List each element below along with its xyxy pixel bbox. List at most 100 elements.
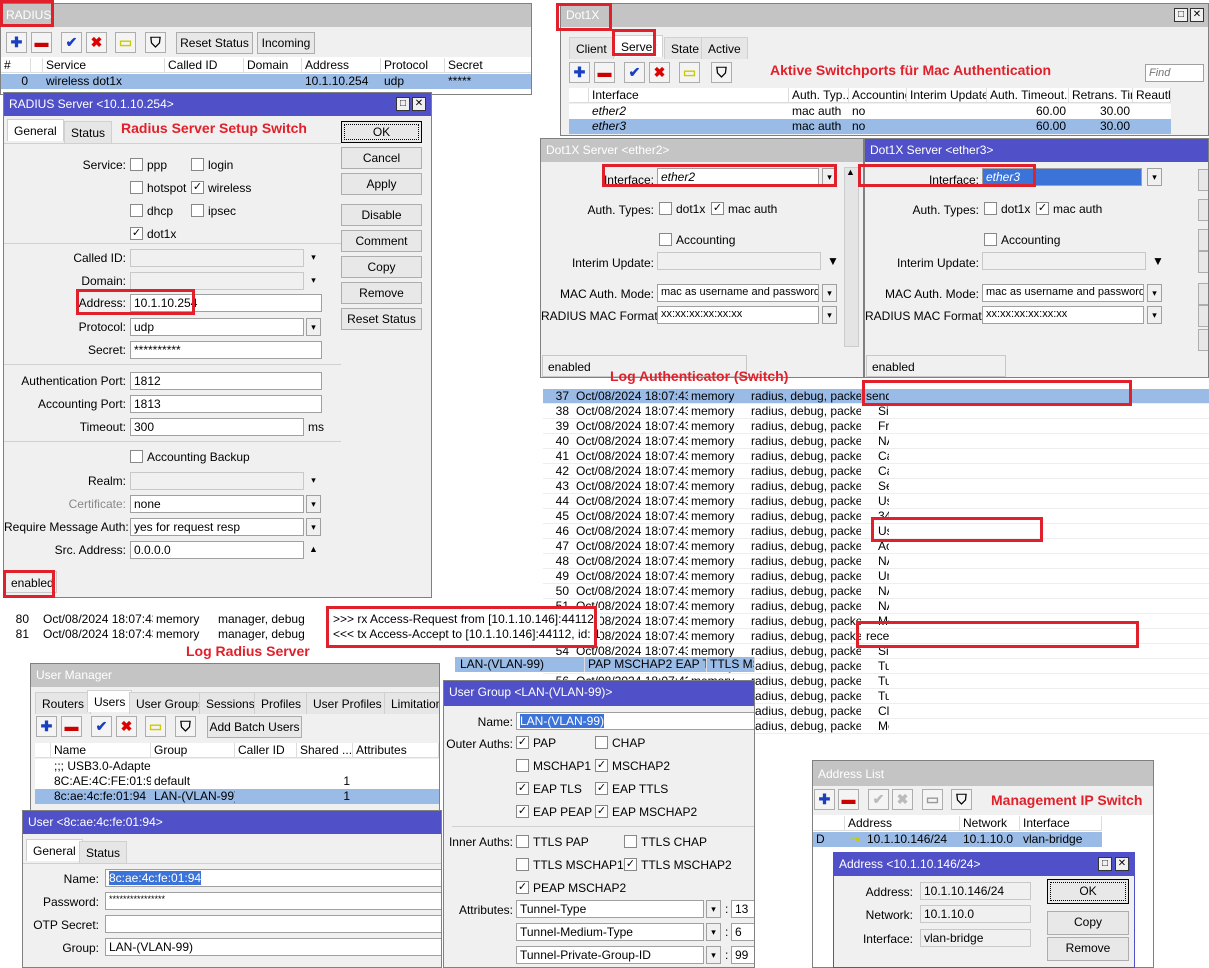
accounting-checkbox[interactable] [659, 233, 672, 246]
add-batch-users-button[interactable]: Add Batch Users [207, 716, 302, 738]
column-header[interactable]: Interim Update [907, 88, 987, 103]
log-row[interactable]: 37 Oct/08/2024 18:07:43 memory radius, debu… [543, 389, 1209, 404]
inner-ttls-pap-checkbox[interactable] [516, 835, 529, 848]
column-header[interactable]: Protocol [381, 58, 445, 73]
enable-button[interactable]: ✔ [61, 32, 82, 53]
dropdown-icon[interactable]: ▾ [306, 318, 321, 336]
dialog-button[interactable] [1198, 251, 1208, 273]
name-input[interactable]: 8c:ae:4c:fe:01:94 [105, 869, 441, 887]
column-header[interactable] [569, 88, 589, 103]
outer-pap-checkbox[interactable]: ✓ [516, 736, 529, 749]
enable-button[interactable]: ✔ [624, 62, 645, 83]
comment-button[interactable]: ▭ [679, 62, 700, 83]
log-row[interactable]: 38 Oct/08/2024 18:07:43 memory radius, debu… [543, 404, 1209, 419]
copy-button[interactable]: Copy [341, 256, 422, 278]
column-header[interactable]: Shared ... [297, 743, 353, 758]
auth-dot1x-checkbox[interactable] [984, 202, 997, 215]
service-wireless-checkbox[interactable]: ✓ [191, 181, 204, 194]
dropdown-icon[interactable]: ▾ [706, 900, 721, 918]
attribute-name-select[interactable]: Tunnel-Medium-Type [516, 923, 704, 941]
comment-button[interactable]: Comment [341, 230, 422, 252]
column-header[interactable]: # [1, 58, 31, 73]
ok-button[interactable]: OK [341, 121, 422, 143]
log-row[interactable]: 39 Oct/08/2024 18:07:43 memory radius, debu… [543, 419, 1209, 434]
column-header[interactable]: Address [302, 58, 381, 73]
disable-button[interactable]: ✖ [86, 32, 107, 53]
acct-port-field[interactable]: 1813 [130, 395, 322, 413]
table-row[interactable]: D 10.1.10.146/24 10.1.10.0 vlan-bridge ⊸ [813, 832, 1102, 847]
attribute-value-input[interactable]: 13 [731, 900, 754, 918]
protocol-field[interactable]: udp [130, 318, 304, 336]
reset-status-button[interactable]: Reset Status [176, 32, 253, 54]
dialog-button[interactable] [1198, 305, 1208, 327]
disable-button[interactable]: ✖ [892, 789, 913, 810]
service-hotspot-checkbox[interactable] [130, 181, 143, 194]
inner-peap-mschap2-checkbox[interactable]: ✓ [516, 881, 529, 894]
outer-mschap1-checkbox[interactable] [516, 759, 529, 772]
column-header[interactable]: Group [151, 743, 235, 758]
inner-ttls-chap-checkbox[interactable] [624, 835, 637, 848]
inner-ttls-mschap2-checkbox[interactable]: ✓ [624, 858, 637, 871]
add-button[interactable]: ✚ [6, 32, 27, 53]
dropdown-icon[interactable]: ▾ [306, 472, 321, 490]
radius-mac-format-select[interactable]: xx:xx:xx:xx:xx:xx [982, 306, 1144, 324]
require-message-auth-field[interactable]: yes for request resp [130, 518, 304, 536]
tab-status[interactable]: Status [64, 121, 113, 143]
column-header[interactable]: Attributes [353, 743, 439, 758]
dialog-button[interactable] [1198, 199, 1208, 221]
inner-ttls-mschap1-checkbox[interactable] [516, 858, 529, 871]
service-dot1x-checkbox[interactable]: ✓ [130, 227, 143, 240]
table-row[interactable]: ;;; USB3.0-Adapter [35, 759, 439, 774]
filter-button[interactable]: ⛉ [175, 716, 196, 737]
tab-general[interactable]: General [7, 119, 64, 141]
remove-button[interactable]: ▬ [594, 62, 615, 83]
log-row[interactable]: 52Oct/08/2024 18:07:43memoryradius, debu… [543, 614, 1209, 629]
certificate-field[interactable]: none [130, 495, 304, 513]
service-login-checkbox[interactable] [191, 158, 204, 171]
disable-button[interactable]: Disable [341, 204, 422, 226]
dropdown-icon[interactable]: ▾ [1147, 168, 1162, 186]
log-row[interactable]: 49 Oct/08/2024 18:07:43 memory radius, debu… [543, 569, 1209, 584]
interface-select[interactable]: ether2 [657, 168, 819, 186]
attribute-name-select[interactable]: Tunnel-Type [516, 900, 704, 918]
src-address-field[interactable]: 0.0.0.0 [130, 541, 304, 559]
tab-state[interactable]: State [664, 37, 707, 59]
auth-port-field[interactable]: 1812 [130, 372, 322, 390]
log-row[interactable]: 47 Oct/08/2024 18:07:43 memory radius, debu… [543, 539, 1209, 554]
column-header[interactable]: Caller ID [235, 743, 297, 758]
cancel-button[interactable]: Cancel [341, 147, 422, 169]
tab-general[interactable]: General [26, 839, 83, 861]
remove-button[interactable]: ▬ [838, 789, 859, 810]
collapse-icon[interactable]: ▲ [306, 541, 321, 559]
user-group-row[interactable]: LAN-(VLAN-99) PAP MSCHAP2 EAP TLS E... T… [455, 657, 755, 672]
dialog-button[interactable] [1198, 229, 1208, 251]
find-input[interactable] [1145, 64, 1204, 82]
log-row[interactable]: 81 Oct/08/2024 18:07:43 memory manager, deb… [0, 627, 600, 642]
name-input[interactable]: LAN-(VLAN-99) [516, 712, 754, 730]
comment-button[interactable]: ▭ [115, 32, 136, 53]
column-header[interactable]: Retrans. Time... [1069, 88, 1133, 103]
outer-eap-tls-checkbox[interactable]: ✓ [516, 782, 529, 795]
interface-field[interactable]: vlan-bridge [920, 929, 1031, 947]
column-header[interactable]: Network [960, 816, 1020, 831]
outer-chap-checkbox[interactable] [595, 736, 608, 749]
maximize-icon[interactable]: □ [396, 97, 410, 111]
filter-button[interactable]: ⛉ [145, 32, 166, 53]
log-row[interactable]: 53Oct/08/2024 18:07:43memoryradius, debu… [543, 629, 1209, 644]
auth-mac-checkbox[interactable]: ✓ [711, 202, 724, 215]
add-button[interactable]: ✚ [569, 62, 590, 83]
domain-field[interactable] [130, 272, 304, 290]
outer-mschap2-checkbox[interactable]: ✓ [595, 759, 608, 772]
remove-button[interactable]: ▬ [31, 32, 52, 53]
dropdown-icon[interactable]: ▾ [706, 946, 721, 964]
interface-select[interactable]: ether3 [982, 168, 1142, 186]
mac-auth-mode-select[interactable]: mac as username and password [657, 284, 819, 302]
log-row[interactable]: 51 Oct/08/2024 18:07:43 memory radius, debu… [543, 599, 1209, 614]
accounting-backup-checkbox[interactable] [130, 450, 143, 463]
table-row[interactable]: 8c:ae:4c:fe:01:94 LAN-(VLAN-99) 1 [35, 789, 439, 804]
column-header[interactable]: Accounting [849, 88, 907, 103]
disable-button[interactable]: ✖ [649, 62, 670, 83]
secret-field[interactable]: ********** [130, 341, 322, 359]
interim-update-field[interactable] [657, 252, 821, 270]
add-button[interactable]: ✚ [36, 716, 57, 737]
